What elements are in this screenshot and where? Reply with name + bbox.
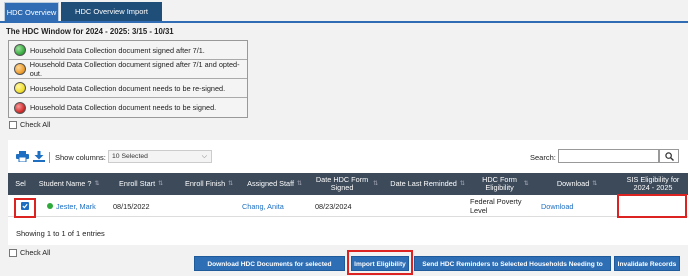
sort-icon: ⇅ [523, 180, 529, 187]
check-all-bottom[interactable]: Check All [9, 248, 50, 257]
student-name-cell[interactable]: Jester, Mark [47, 195, 96, 217]
legend-label: Household Data Collection document signe… [30, 45, 205, 55]
download-icon[interactable] [33, 151, 45, 162]
sort-icon: ⇅ [94, 180, 100, 187]
show-columns-value: 10 Selected [112, 153, 148, 160]
assigned-staff-cell[interactable]: Chang, Anita [242, 195, 284, 217]
assigned-staff-link[interactable]: Chang, Anita [242, 202, 284, 211]
sort-icon: ⇅ [297, 180, 302, 187]
legend-item-red: Household Data Collection document needs… [9, 98, 247, 117]
col-header-student-name[interactable]: Student Name ? ⇅ [33, 173, 105, 195]
invalidate-records-button[interactable]: Invalidate Records [614, 256, 680, 271]
legend-label: Household Data Collection document signe… [29, 60, 240, 78]
date-signed-cell: 08/23/2024 [315, 201, 352, 211]
eligibility-cell: Federal Poverty Level [470, 197, 522, 215]
highlight-sis-eligibility [617, 194, 687, 218]
chevron-down-icon: ⌵ [201, 153, 207, 160]
highlight-select-checkbox [14, 198, 36, 218]
check-all-label: Check All [20, 248, 51, 257]
legend-label: Household Data Collection document needs… [30, 83, 226, 93]
tab-hdc-overview[interactable]: HDC Overview [4, 2, 59, 21]
sort-icon: ⇅ [459, 180, 465, 187]
send-hdc-reminders-button[interactable]: Send HDC Reminders to Selected Household… [414, 256, 611, 271]
sort-icon: ⇅ [592, 180, 598, 187]
orange-status-icon [14, 63, 26, 75]
table-header: Sel Student Name ? ⇅ Enroll Start ⇅ Enroll… [8, 173, 688, 195]
tab-bar: HDC Overview HDC Overview Import Snapsho… [0, 0, 688, 35]
col-header-date-signed[interactable]: Date HDC Form Signed ⇅ [308, 173, 384, 195]
col-header-assigned-staff[interactable]: Assigned Staff ⇅ [241, 173, 308, 195]
sort-icon: ⇅ [373, 180, 378, 187]
search-button[interactable] [659, 149, 679, 163]
check-all-label: Check All [20, 120, 51, 129]
check-all-top[interactable]: Check All [9, 120, 50, 129]
toolbar-separator [49, 152, 50, 163]
tab-hdc-overview-import-snapshot[interactable]: HDC Overview Import Snapshot [61, 2, 162, 35]
sort-icon: ⇅ [158, 180, 163, 187]
green-status-icon [14, 44, 26, 56]
yellow-status-icon [14, 82, 26, 94]
download-cell[interactable]: Download [541, 195, 573, 217]
show-columns-select[interactable]: 10 Selected ⌵ [108, 150, 212, 163]
import-eligibility-button[interactable]: Import Eligibility [351, 256, 409, 271]
legend-label: Household Data Collection document needs… [30, 103, 217, 112]
col-header-eligibility[interactable]: HDC Form Eligibility ⇅ [471, 173, 536, 195]
show-columns-label: Show columns: [55, 153, 106, 162]
status-legend: Household Data Collection document signe… [8, 40, 248, 118]
showing-entries-text: Showing 1 to 1 of 1 entries [16, 229, 105, 238]
col-header-enroll-finish[interactable]: Enroll Finish ⇅ [177, 173, 241, 195]
check-all-checkbox[interactable] [9, 120, 17, 129]
col-header-date-last-reminded[interactable]: Date Last Reminded ⇅ [384, 173, 471, 195]
search-icon [664, 151, 674, 161]
sort-icon: ⇅ [228, 180, 233, 187]
check-all-checkbox[interactable] [9, 248, 17, 257]
status-dot-icon [47, 203, 53, 209]
tab-divider [0, 21, 688, 23]
legend-item-yellow: Household Data Collection document needs… [9, 79, 247, 98]
col-header-download[interactable]: Download ⇅ [536, 173, 618, 195]
legend-item-green: Household Data Collection document signe… [9, 41, 247, 60]
search-input[interactable] [558, 149, 659, 163]
download-hdc-documents-button[interactable]: Download HDC Documents for selected stud… [194, 256, 345, 271]
search-label: Search: [530, 153, 556, 162]
table-row: Jester, Mark 08/15/2022 Chang, Anita 08/… [8, 195, 688, 217]
print-icon[interactable] [16, 151, 29, 163]
enroll-start-cell: 08/15/2022 [113, 201, 150, 211]
col-header-enroll-start[interactable]: Enroll Start ⇅ [105, 173, 177, 195]
legend-item-orange: Household Data Collection document signe… [9, 60, 247, 79]
students-table-panel: Show columns: 10 Selected ⌵ Search: Sel … [8, 140, 688, 245]
col-header-sel[interactable]: Sel [8, 173, 33, 195]
download-link[interactable]: Download [541, 202, 573, 211]
export-toolbar [16, 151, 45, 163]
student-name-link[interactable]: Jester, Mark [56, 202, 96, 211]
col-header-sis-eligibility[interactable]: SIS Eligibility for 2024 - 2025 [618, 173, 688, 195]
page-title: The HDC Window for 2024 - 2025: 3/15 - 1… [6, 27, 174, 36]
red-status-icon [14, 101, 26, 114]
